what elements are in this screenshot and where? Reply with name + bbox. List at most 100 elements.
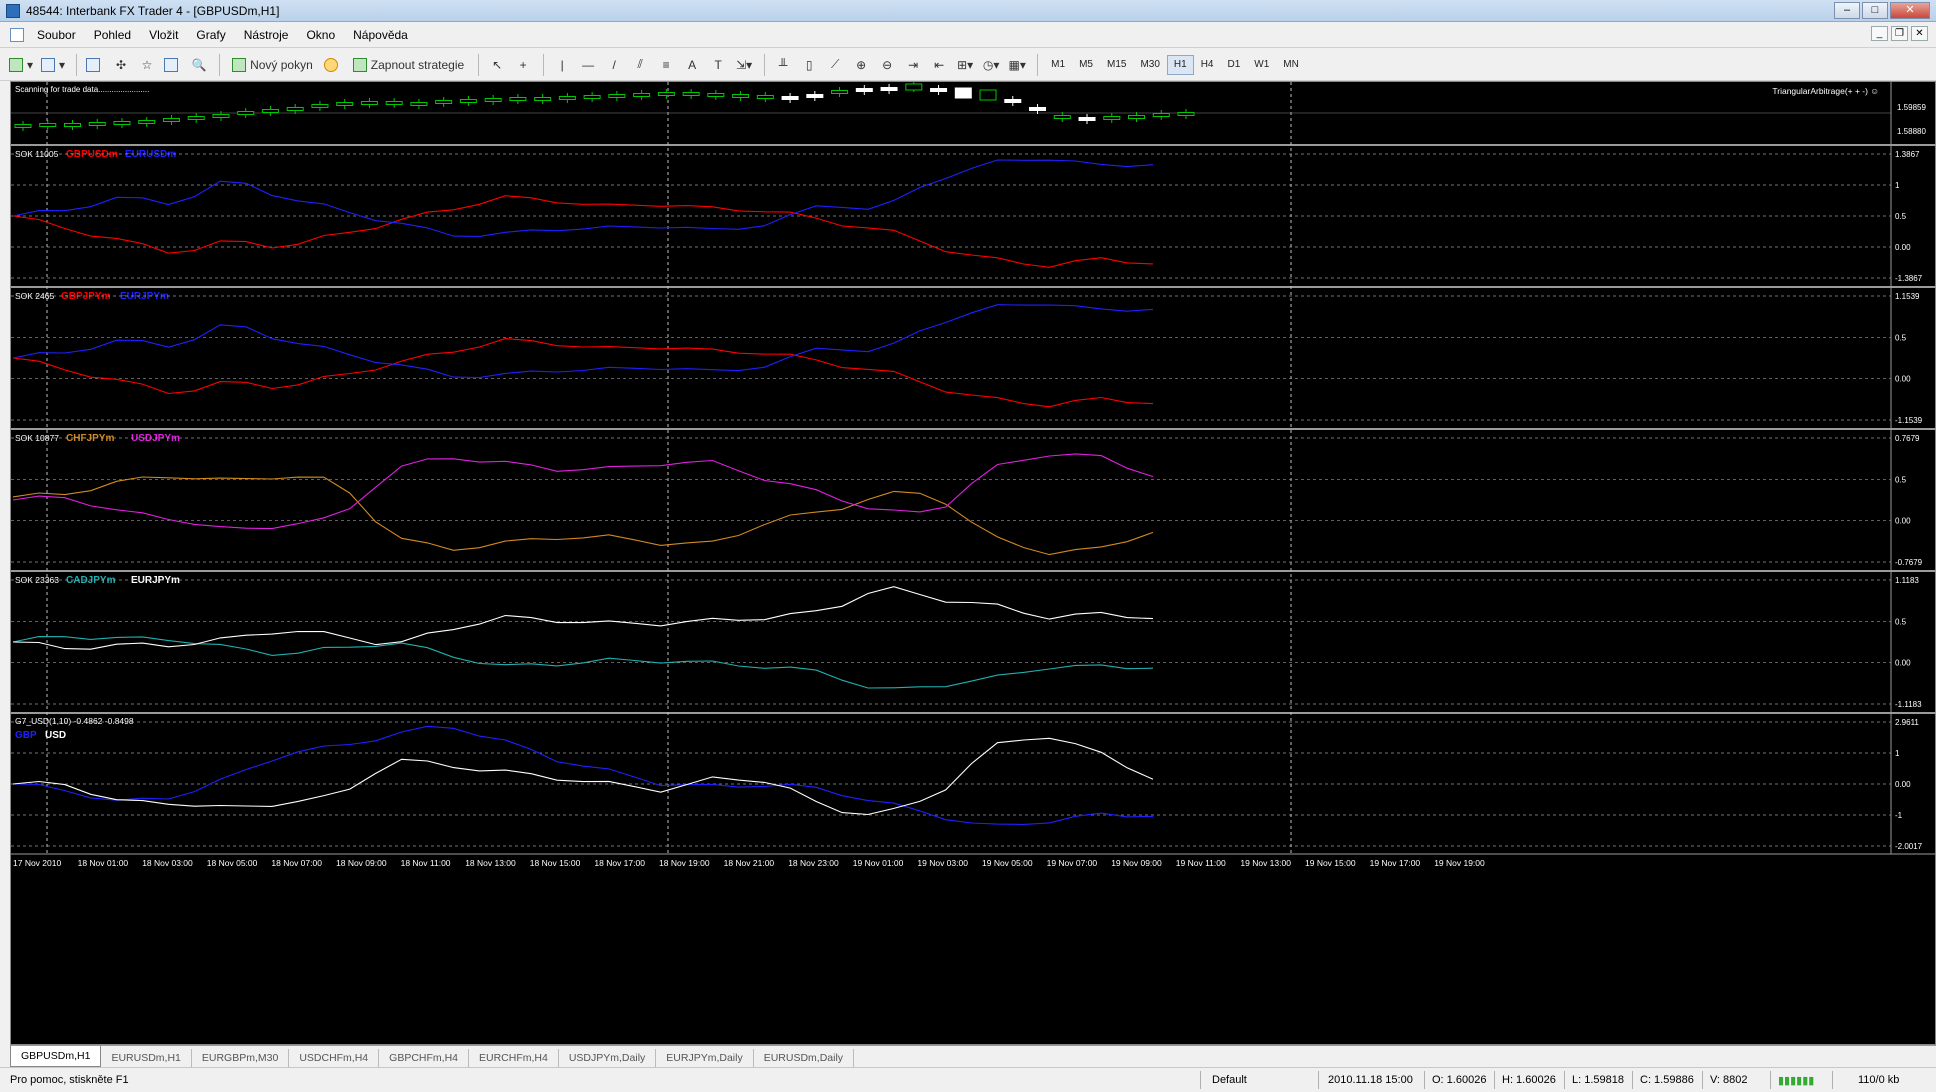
chart-tab[interactable]: EURCHFm,H4: [469, 1049, 559, 1067]
zoom-out-icon[interactable]: ⊖: [875, 54, 899, 76]
chart-tab[interactable]: EURGBPm,M30: [192, 1049, 290, 1067]
chart-tab[interactable]: USDJPYm,Daily: [559, 1049, 657, 1067]
time-label: 19 Nov 09:00: [1111, 858, 1162, 868]
menu-help[interactable]: Nápověda: [344, 28, 417, 42]
metaeditor-icon[interactable]: [321, 54, 345, 76]
chart-tab[interactable]: EURUSDm,H1: [101, 1049, 192, 1067]
new-order-button[interactable]: Nový pokyn: [226, 54, 319, 76]
scale-label: -1.3867: [1895, 274, 1923, 283]
candle-body: [88, 122, 106, 126]
indicators-icon[interactable]: ⊞▾: [953, 54, 977, 76]
candle-body: [39, 123, 57, 127]
series-label: USDJPYm: [131, 433, 180, 444]
periods-icon[interactable]: ◷▾: [979, 54, 1003, 76]
cursor-icon[interactable]: ↖: [485, 54, 509, 76]
scale-label: 1: [1895, 749, 1900, 758]
text-icon[interactable]: A: [680, 54, 704, 76]
mdi-minimize-button[interactable]: _: [1871, 26, 1888, 41]
status-bar: Pro pomoc, stiskněte F1 Default 2010.11.…: [0, 1067, 1936, 1092]
bar-chart-icon[interactable]: ╨: [771, 54, 795, 76]
vertical-line-icon[interactable]: |: [550, 54, 574, 76]
candle-body: [831, 90, 849, 94]
time-label: 19 Nov 17:00: [1370, 858, 1421, 868]
menu-tools[interactable]: Nástroje: [235, 28, 298, 42]
market-watch-icon[interactable]: [83, 54, 107, 76]
maximize-button[interactable]: □: [1862, 2, 1888, 19]
tester-icon[interactable]: 🔍: [187, 54, 211, 76]
minimize-button[interactable]: –: [1834, 2, 1860, 19]
candle-body: [360, 101, 378, 105]
channel-icon[interactable]: ⫽: [628, 54, 652, 76]
tf-d1[interactable]: D1: [1220, 55, 1247, 75]
tf-m15[interactable]: M15: [1100, 55, 1133, 75]
mdi-restore-button[interactable]: ❐: [1891, 26, 1908, 41]
candlestick-icon[interactable]: ▯: [797, 54, 821, 76]
series-label: EURJPYm: [120, 291, 169, 302]
new-chart-icon[interactable]: ▾: [6, 54, 36, 76]
chart-tab[interactable]: GBPCHFm,H4: [379, 1049, 469, 1067]
fibonacci-icon[interactable]: ≡: [654, 54, 678, 76]
chart-tab[interactable]: USDCHFm,H4: [289, 1049, 380, 1067]
menu-insert[interactable]: Vložit: [140, 28, 187, 42]
chart-canvas[interactable]: 17 Nov 2010 18 Nov 01:00 18 Nov 03:00 18 No…: [11, 82, 1936, 1046]
new-order-label: Nový pokyn: [250, 57, 313, 72]
time-label: 19 Nov 11:00: [1176, 858, 1226, 868]
zoom-in-icon[interactable]: ⊕: [849, 54, 873, 76]
time-label: 18 Nov 07:00: [271, 858, 322, 868]
chart-shift-icon[interactable]: ⇤: [927, 54, 951, 76]
document-icon[interactable]: [10, 27, 24, 42]
chart-tab[interactable]: EURJPYm,Daily: [656, 1049, 754, 1067]
menu-bar: Soubor Pohled Vložit Grafy Nástroje Okno…: [0, 22, 1936, 48]
trendline-icon[interactable]: /: [602, 54, 626, 76]
menu-view[interactable]: Pohled: [85, 28, 140, 42]
time-label: 18 Nov 01:00: [78, 858, 129, 868]
data-window-icon[interactable]: ✣: [109, 54, 133, 76]
series-line: [12, 453, 1154, 530]
series-label: USD: [45, 730, 66, 741]
templates-icon[interactable]: ▦▾: [1005, 54, 1029, 76]
series-label: EURUSDm: [125, 149, 176, 160]
candle-body: [1078, 117, 1096, 121]
horizontal-line-icon[interactable]: —: [576, 54, 600, 76]
mdi-close-button[interactable]: ✕: [1911, 26, 1928, 41]
line-chart-icon[interactable]: ⟋: [823, 54, 847, 76]
chart-area[interactable]: 17 Nov 2010 18 Nov 01:00 18 Nov 03:00 18 No…: [10, 81, 1936, 1045]
candle-body: [1103, 116, 1121, 120]
tf-w1[interactable]: W1: [1247, 55, 1276, 75]
arrows-icon[interactable]: ⇲▾: [732, 54, 756, 76]
profiles-icon[interactable]: ▾: [38, 54, 68, 76]
candle-body: [237, 111, 255, 115]
navigator-icon[interactable]: ☆: [135, 54, 159, 76]
scale-label: -1: [1895, 811, 1903, 820]
tf-m30[interactable]: M30: [1133, 55, 1166, 75]
menu-window[interactable]: Okno: [297, 28, 344, 42]
status-traffic: 110/0 kb: [1858, 1074, 1900, 1086]
time-label: 18 Nov 23:00: [788, 858, 839, 868]
candle-body: [459, 99, 477, 103]
tf-m1[interactable]: M1: [1044, 55, 1072, 75]
close-button[interactable]: ✕: [1890, 2, 1930, 19]
crosshair-icon[interactable]: +: [511, 54, 535, 76]
status-profile: Default: [1212, 1074, 1247, 1086]
text-label-icon[interactable]: T: [706, 54, 730, 76]
series-line: [12, 586, 1154, 650]
time-label: 18 Nov 21:00: [724, 858, 775, 868]
tf-mn[interactable]: MN: [1276, 55, 1306, 75]
candle-body: [311, 104, 329, 108]
menu-charts[interactable]: Grafy: [187, 28, 234, 42]
candle-body: [1053, 115, 1071, 119]
time-label: 18 Nov 05:00: [207, 858, 258, 868]
chart-tab[interactable]: GBPUSDm,H1: [10, 1046, 102, 1067]
tf-m5[interactable]: M5: [1072, 55, 1100, 75]
autoscroll-icon[interactable]: ⇥: [901, 54, 925, 76]
series-label: GBPUSDm: [66, 149, 118, 160]
tf-h1[interactable]: H1: [1166, 54, 1194, 75]
expert-advisors-button[interactable]: Zapnout strategie: [347, 54, 470, 76]
tf-h4[interactable]: H4: [1194, 55, 1221, 75]
chart-tab[interactable]: EURUSDm,Daily: [754, 1049, 855, 1067]
candle-body: [855, 88, 873, 92]
terminal-icon[interactable]: [161, 54, 185, 76]
time-label: 19 Nov 15:00: [1305, 858, 1356, 868]
series-line: [12, 737, 1154, 816]
menu-file[interactable]: Soubor: [28, 28, 85, 42]
